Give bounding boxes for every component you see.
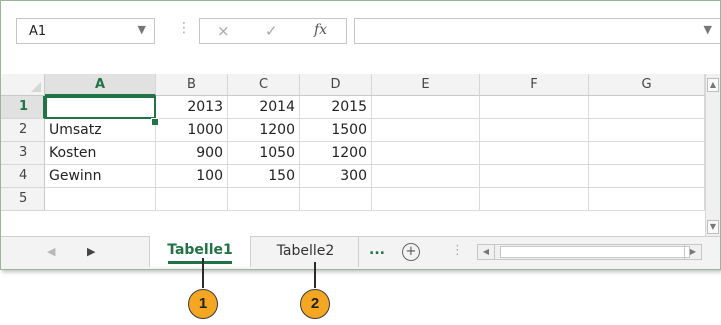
row-header-5[interactable]: 5 <box>1 188 45 211</box>
expand-formula-icon[interactable]: ▼ <box>704 23 712 36</box>
previous-sheet-icon[interactable]: ◀ <box>47 245 55 258</box>
cell-b3[interactable]: 900 <box>156 142 228 165</box>
column-header-f[interactable]: F <box>480 74 589 96</box>
cell-a3[interactable]: Kosten <box>45 142 156 165</box>
cell-e5[interactable] <box>372 188 480 211</box>
cell-c1[interactable]: 2014 <box>228 96 300 119</box>
formula-input[interactable]: ▼ <box>354 18 720 44</box>
tab-label: Tabelle2 <box>276 243 335 259</box>
cell-d2[interactable]: 1500 <box>300 119 372 142</box>
cell-g1[interactable] <box>589 96 705 119</box>
callout-2: 2 <box>300 289 330 319</box>
cell-a1[interactable] <box>45 96 156 119</box>
cell-a4[interactable]: Gewinn <box>45 165 156 188</box>
fill-handle[interactable] <box>151 118 159 126</box>
row-header-3[interactable]: 3 <box>1 142 45 165</box>
cell-c2[interactable]: 1200 <box>228 119 300 142</box>
cell-f5[interactable] <box>480 188 589 211</box>
name-box[interactable]: A1 ▼ <box>16 18 155 44</box>
formula-bar-grip-icon[interactable]: ⋮ <box>177 20 191 36</box>
cell-d1[interactable]: 2015 <box>300 96 372 119</box>
row-header-2[interactable]: 2 <box>1 119 45 142</box>
callout-line-1 <box>202 258 204 288</box>
cell-f2[interactable] <box>480 119 589 142</box>
cell-a2[interactable]: Umsatz <box>45 119 156 142</box>
scroll-right-icon[interactable]: ▶ <box>684 245 701 259</box>
cell-g2[interactable] <box>589 119 705 142</box>
cell-b5[interactable] <box>156 188 228 211</box>
chevron-down-icon[interactable]: ▼ <box>138 23 146 36</box>
row-header-1[interactable]: 1 <box>1 96 45 119</box>
cell-g4[interactable] <box>589 165 705 188</box>
cell-e1[interactable] <box>372 96 480 119</box>
more-sheets-button[interactable]: ... <box>369 242 385 258</box>
enter-icon[interactable]: ✓ <box>265 22 278 40</box>
formula-buttons: × ✓ fx <box>199 18 347 44</box>
callout-1: 1 <box>188 289 218 319</box>
tab-tabelle2[interactable]: Tabelle2 <box>253 237 359 267</box>
select-all-icon <box>31 82 41 92</box>
formula-bar: A1 ▼ ⋮ × ✓ fx ▼ <box>1 1 720 49</box>
cell-c4[interactable]: 150 <box>228 165 300 188</box>
cell-e3[interactable] <box>372 142 480 165</box>
column-header-c[interactable]: C <box>228 74 300 96</box>
cell-b2[interactable]: 1000 <box>156 119 228 142</box>
column-header-b[interactable]: B <box>156 74 228 96</box>
cell-b4[interactable]: 100 <box>156 165 228 188</box>
select-all-button[interactable] <box>1 74 45 96</box>
vertical-scrollbar[interactable]: ▲ ▼ <box>705 74 720 236</box>
next-sheet-icon[interactable]: ▶ <box>87 245 95 258</box>
cell-c3[interactable]: 1050 <box>228 142 300 165</box>
column-header-e[interactable]: E <box>372 74 480 96</box>
sheet-tab-bar: ◀ ▶ Tabelle1 Tabelle2 ... + ⋮ ◀ ▶ <box>1 236 720 269</box>
cell-d3[interactable]: 1200 <box>300 142 372 165</box>
cell-g3[interactable] <box>589 142 705 165</box>
column-header-a[interactable]: A <box>45 74 156 96</box>
cell-e2[interactable] <box>372 119 480 142</box>
column-header-g[interactable]: G <box>589 74 705 96</box>
cell-c5[interactable] <box>228 188 300 211</box>
tab-splitter-icon[interactable]: ⋮ <box>451 243 464 258</box>
cell-g5[interactable] <box>589 188 705 211</box>
add-sheet-icon[interactable]: + <box>402 243 420 261</box>
callout-line-2 <box>314 262 316 288</box>
cell-a5[interactable] <box>45 188 156 211</box>
cell-d4[interactable]: 300 <box>300 165 372 188</box>
insert-function-icon[interactable]: fx <box>314 22 327 38</box>
scroll-up-icon[interactable]: ▲ <box>707 78 719 92</box>
cell-f1[interactable] <box>480 96 589 119</box>
cell-f4[interactable] <box>480 165 589 188</box>
scroll-down-icon[interactable]: ▼ <box>707 220 719 234</box>
horizontal-scroll-thumb[interactable] <box>500 246 690 258</box>
column-header-d[interactable]: D <box>300 74 372 96</box>
tab-tabelle1[interactable]: Tabelle1 <box>149 236 251 267</box>
cancel-icon[interactable]: × <box>217 22 230 40</box>
horizontal-scrollbar[interactable]: ◀ ▶ <box>477 244 702 260</box>
cell-f3[interactable] <box>480 142 589 165</box>
row-header-4[interactable]: 4 <box>1 165 45 188</box>
active-tab-indicator <box>168 261 232 264</box>
cell-d5[interactable] <box>300 188 372 211</box>
excel-window: A1 ▼ ⋮ × ✓ fx ▼ A B C D E F G 1 2013 2014 2015 2 Ums… <box>0 0 721 270</box>
tab-label: Tabelle1 <box>167 242 233 258</box>
cell-b1[interactable]: 2013 <box>156 96 228 119</box>
scroll-left-icon[interactable]: ◀ <box>478 245 495 259</box>
cell-e4[interactable] <box>372 165 480 188</box>
name-box-value: A1 <box>29 24 47 39</box>
